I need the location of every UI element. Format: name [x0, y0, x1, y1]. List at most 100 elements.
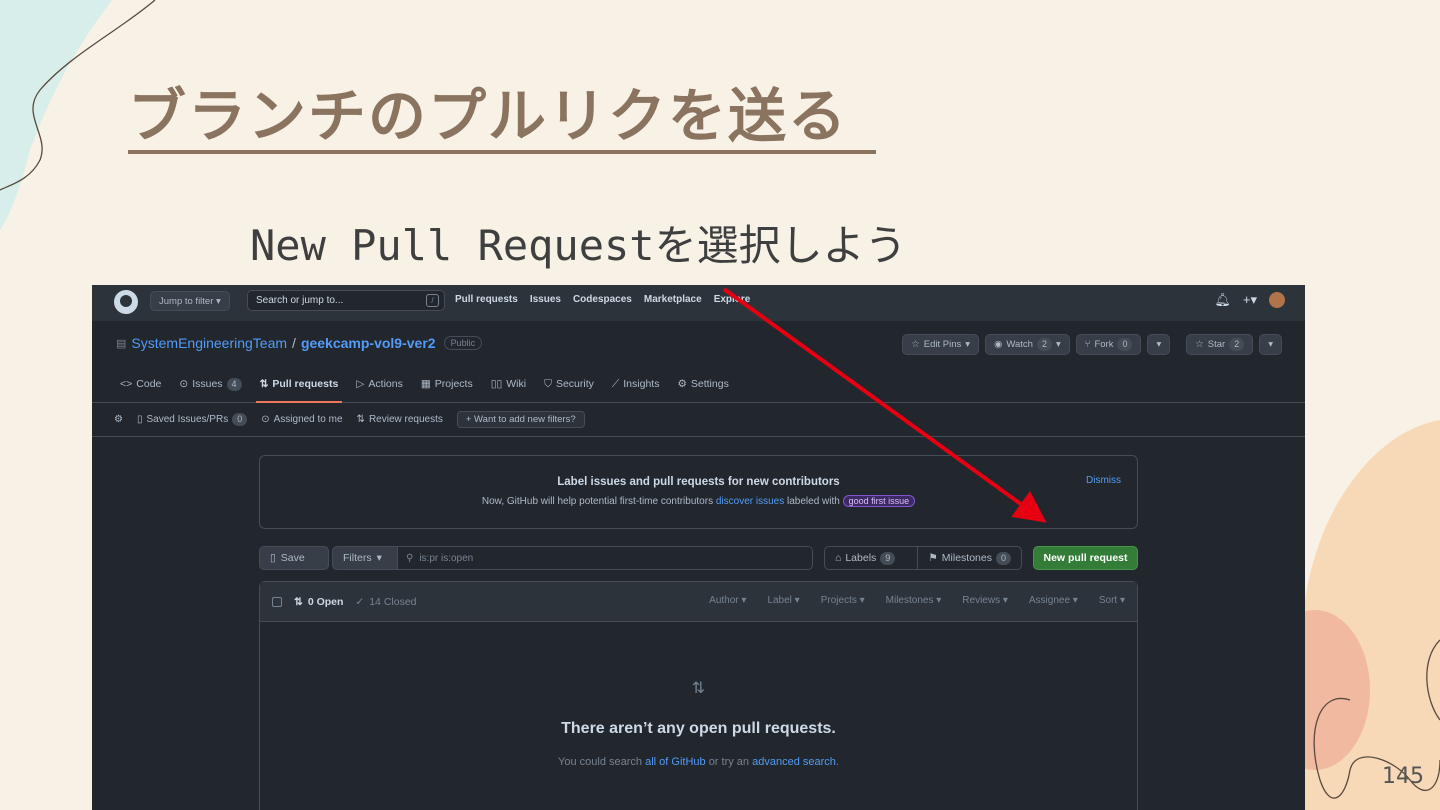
tab-pull-requests[interactable]: ⇅ Pull requests	[255, 371, 343, 403]
chevron-down-icon: ▾	[965, 339, 971, 350]
fork-button[interactable]: ⑂ Fork 0	[1075, 334, 1142, 355]
tab-security-label: Security	[555, 378, 594, 390]
banner-title: Label issues and pull requests for new c…	[557, 476, 840, 488]
tab-security[interactable]: ⛉ Security	[544, 371, 594, 397]
tab-projects-label: Projects	[434, 378, 473, 390]
closed-filter[interactable]: ✓ 14 Closed	[355, 596, 416, 608]
bookmark-icon: ▯	[270, 552, 276, 564]
review-requests-filter[interactable]: ⇅ Review requests	[357, 414, 443, 425]
banner-text-before: Now, GitHub will help potential first-ti…	[481, 496, 714, 507]
check-icon: ✓	[355, 595, 365, 608]
label-filter-label: Label	[767, 595, 792, 606]
tab-settings[interactable]: ⚙ Settings	[677, 371, 728, 397]
fork-dropdown-button[interactable]: ▾	[1147, 334, 1171, 355]
github-logo-icon[interactable]	[114, 290, 138, 314]
milestones-button[interactable]: ⚑ Milestones 0	[917, 547, 1021, 569]
star-dropdown-button[interactable]: ▾	[1259, 334, 1282, 355]
nav-explore[interactable]: Explore	[714, 294, 751, 305]
pr-search-input[interactable]: ⚲ is:pr is:open	[397, 546, 813, 570]
select-all-checkbox[interactable]	[272, 596, 282, 607]
sort-filter[interactable]: Sort ▾	[1099, 595, 1125, 606]
edit-pins-button[interactable]: ☆ Edit Pins ▾	[902, 334, 980, 355]
plus-dropdown-icon[interactable]: +▾	[1243, 292, 1257, 308]
visibility-badge: Public	[443, 336, 483, 350]
nav-issues[interactable]: Issues	[530, 294, 561, 305]
nav-pull-requests[interactable]: Pull requests	[455, 294, 518, 305]
star-button[interactable]: ☆ Star 2	[1186, 334, 1254, 355]
chevron-down-icon: ▾	[213, 295, 221, 307]
bell-icon[interactable]: 🔔︎	[1214, 292, 1231, 308]
save-button[interactable]: ▯ Save	[259, 546, 329, 570]
labels-label: Labels	[845, 552, 877, 564]
open-filter[interactable]: ⇅ 0 Open	[294, 596, 343, 608]
banner-text: Now, GitHub will help potential first-ti…	[260, 495, 1137, 507]
discover-issues-link[interactable]: discover issues	[716, 496, 784, 507]
assignee-filter-label: Assignee	[1028, 595, 1071, 606]
watch-button[interactable]: ◉ Watch 2 ▾	[985, 334, 1070, 355]
tab-pull-requests-label: Pull requests	[272, 378, 339, 390]
empty-state-title: There aren’t any open pull requests.	[561, 720, 836, 737]
tab-issues-label: Issues	[192, 378, 223, 390]
good-first-issue-badge: good first issue	[842, 495, 916, 507]
global-search-input[interactable]: Search or jump to... /	[247, 290, 445, 311]
play-icon: ▷	[356, 378, 365, 390]
label-filter[interactable]: Label ▾	[767, 595, 799, 606]
avatar[interactable]	[1269, 292, 1285, 308]
projects-filter[interactable]: Projects ▾	[821, 595, 865, 606]
milestones-filter[interactable]: Milestones ▾	[886, 595, 942, 606]
assignee-filter[interactable]: Assignee ▾	[1029, 595, 1078, 606]
tab-settings-label: Settings	[690, 378, 729, 390]
repo-header: ▤ SystemEngineeringTeam / geekcamp-vol9-…	[92, 321, 1305, 403]
book-icon: ▯▯	[490, 378, 503, 390]
milestone-icon: ⚑	[928, 552, 938, 564]
assigned-to-me-label: Assigned to me	[273, 414, 343, 425]
review-requests-label: Review requests	[368, 414, 443, 425]
list-header: ⇅ 0 Open ✓ 14 Closed Author ▾ Label ▾ Pr…	[260, 582, 1137, 622]
jump-to-filter-button[interactable]: Jump to filter ▾	[150, 291, 230, 311]
reviews-filter-label: Reviews	[962, 595, 1001, 606]
issues-count: 4	[226, 377, 242, 391]
pr-search-value: is:pr is:open	[419, 552, 474, 564]
chevron-down-icon: ▾	[376, 552, 382, 564]
chevron-down-icon: ▾	[1055, 339, 1061, 350]
pull-request-list: ⇅ 0 Open ✓ 14 Closed Author ▾ Label ▾ Pr…	[259, 581, 1138, 810]
nav-codespaces[interactable]: Codespaces	[573, 294, 632, 305]
gear-icon[interactable]: ⚙	[114, 414, 123, 425]
tab-wiki-label: Wiki	[506, 378, 527, 390]
breadcrumb-separator: /	[292, 335, 296, 351]
github-header: Jump to filter ▾ Search or jump to... / …	[92, 285, 1305, 321]
tab-code[interactable]: <> Code	[120, 371, 161, 397]
nav-marketplace[interactable]: Marketplace	[644, 294, 702, 305]
filters-button[interactable]: Filters ▾	[332, 546, 398, 570]
tab-issues[interactable]: ⊙ Issues 4	[179, 371, 242, 397]
sort-filter-label: Sort	[1098, 595, 1118, 606]
repo-name-link[interactable]: geekcamp-vol9-ver2	[301, 335, 436, 351]
add-filters-button[interactable]: + Want to add new filters?	[456, 411, 585, 428]
star-count: 2	[1229, 338, 1245, 351]
empty-state-text: You could search all of GitHub or try an…	[260, 756, 1137, 768]
slide-subtitle: New Pull Requestを選択しよう	[250, 221, 907, 270]
advanced-search-link[interactable]: advanced search	[752, 756, 836, 768]
tab-insights[interactable]: ⟋ Insights	[612, 371, 660, 397]
labels-button[interactable]: ⌂ Labels 9	[825, 547, 917, 569]
eye-icon: ◉	[994, 339, 1003, 350]
repo-owner-link[interactable]: SystemEngineeringTeam	[131, 335, 287, 351]
saved-issues-filter[interactable]: ▯ Saved Issues/PRs 0	[137, 413, 248, 426]
all-of-github-link[interactable]: all of GitHub	[645, 756, 706, 768]
tab-wiki[interactable]: ▯▯ Wiki	[491, 371, 526, 397]
dismiss-button[interactable]: Dismiss	[1086, 475, 1121, 486]
page-number: 145	[1382, 764, 1424, 789]
reviews-filter[interactable]: Reviews ▾	[962, 595, 1008, 606]
tab-projects[interactable]: ▦ Projects	[421, 371, 473, 397]
assigned-to-me-filter[interactable]: ⊙ Assigned to me	[261, 414, 342, 425]
author-filter[interactable]: Author ▾	[709, 595, 746, 606]
new-pull-request-button[interactable]: New pull request	[1033, 546, 1138, 570]
empty-text-before: You could search	[558, 756, 643, 768]
author-filter-label: Author	[709, 595, 739, 606]
header-nav: Pull requests Issues Codespaces Marketpl…	[455, 294, 750, 305]
banner-text-after: labeled with	[787, 496, 840, 507]
tab-actions[interactable]: ▷ Actions	[356, 371, 403, 397]
closed-count-label: 14 Closed	[369, 595, 417, 608]
empty-text-middle: or try an	[708, 756, 750, 768]
slide-title: ブランチのプルリクを送る	[128, 82, 877, 154]
